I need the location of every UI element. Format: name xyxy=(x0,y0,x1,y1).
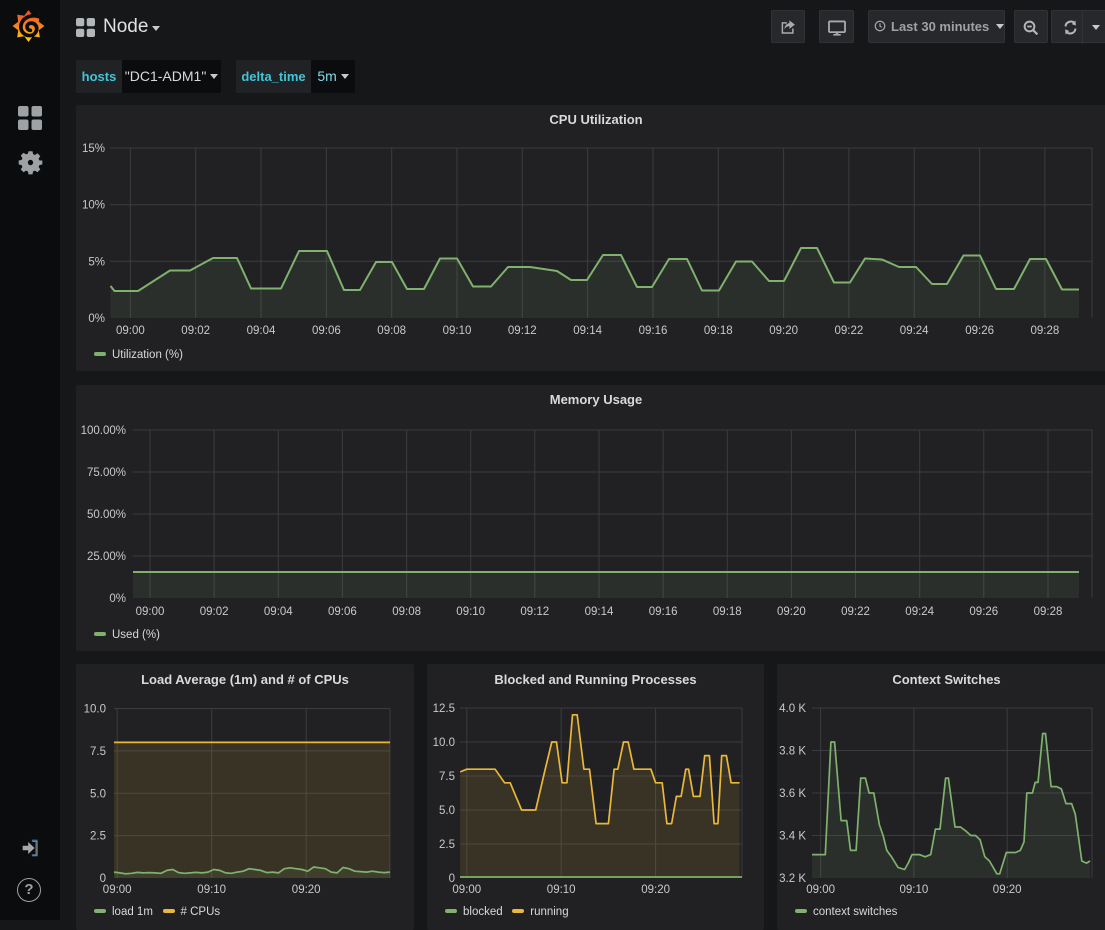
svg-text:50.00%: 50.00% xyxy=(87,509,126,521)
svg-text:5.0: 5.0 xyxy=(439,805,455,817)
svg-text:09:14: 09:14 xyxy=(573,325,602,337)
svg-text:3.6 K: 3.6 K xyxy=(779,788,806,800)
svg-text:2.5: 2.5 xyxy=(90,831,106,843)
svg-text:09:00: 09:00 xyxy=(136,606,165,618)
svg-text:09:00: 09:00 xyxy=(116,325,145,337)
svg-text:0: 0 xyxy=(449,873,455,885)
svg-text:0%: 0% xyxy=(88,313,105,325)
svg-text:10.0: 10.0 xyxy=(84,704,106,716)
svg-text:3.2 K: 3.2 K xyxy=(779,873,806,885)
svg-text:7.5: 7.5 xyxy=(439,771,455,783)
svg-text:09:18: 09:18 xyxy=(704,325,733,337)
svg-text:09:02: 09:02 xyxy=(200,606,229,618)
svg-text:09:16: 09:16 xyxy=(639,325,668,337)
svg-text:09:08: 09:08 xyxy=(377,325,406,337)
svg-text:5.0: 5.0 xyxy=(90,788,106,800)
svg-text:09:06: 09:06 xyxy=(328,606,357,618)
svg-text:09:24: 09:24 xyxy=(900,325,929,337)
svg-text:09:08: 09:08 xyxy=(392,606,421,618)
svg-text:09:10: 09:10 xyxy=(900,884,929,896)
svg-text:09:00: 09:00 xyxy=(806,884,835,896)
svg-text:25.00%: 25.00% xyxy=(87,551,126,563)
svg-text:09:14: 09:14 xyxy=(585,606,614,618)
svg-text:09:12: 09:12 xyxy=(508,325,537,337)
svg-text:09:22: 09:22 xyxy=(841,606,870,618)
svg-text:09:22: 09:22 xyxy=(835,325,864,337)
svg-text:09:28: 09:28 xyxy=(1034,606,1063,618)
svg-text:09:18: 09:18 xyxy=(713,606,742,618)
svg-text:15%: 15% xyxy=(82,143,105,155)
svg-text:5%: 5% xyxy=(88,256,105,268)
svg-text:10%: 10% xyxy=(82,200,105,212)
svg-text:3.4 K: 3.4 K xyxy=(779,831,806,843)
svg-text:12.5: 12.5 xyxy=(433,703,455,715)
svg-text:4.0 K: 4.0 K xyxy=(779,703,806,715)
svg-text:09:10: 09:10 xyxy=(197,884,226,896)
svg-text:09:02: 09:02 xyxy=(181,325,210,337)
svg-text:09:20: 09:20 xyxy=(993,884,1022,896)
svg-text:100.00%: 100.00% xyxy=(81,425,126,437)
svg-text:09:04: 09:04 xyxy=(264,606,293,618)
svg-text:09:06: 09:06 xyxy=(312,325,341,337)
svg-text:09:16: 09:16 xyxy=(649,606,678,618)
svg-text:09:20: 09:20 xyxy=(777,606,806,618)
svg-text:75.00%: 75.00% xyxy=(87,467,126,479)
svg-text:09:28: 09:28 xyxy=(1031,325,1060,337)
svg-text:3.8 K: 3.8 K xyxy=(779,746,806,758)
svg-text:09:10: 09:10 xyxy=(547,884,576,896)
svg-text:0%: 0% xyxy=(109,593,126,605)
svg-text:09:26: 09:26 xyxy=(969,606,998,618)
svg-text:09:04: 09:04 xyxy=(247,325,276,337)
svg-text:09:20: 09:20 xyxy=(641,884,670,896)
svg-text:09:24: 09:24 xyxy=(905,606,934,618)
svg-text:10.0: 10.0 xyxy=(433,737,455,749)
svg-text:7.5: 7.5 xyxy=(90,746,106,758)
svg-text:09:26: 09:26 xyxy=(965,325,994,337)
svg-text:09:00: 09:00 xyxy=(452,884,481,896)
svg-text:09:20: 09:20 xyxy=(769,325,798,337)
svg-text:09:10: 09:10 xyxy=(456,606,485,618)
svg-text:09:12: 09:12 xyxy=(520,606,549,618)
svg-text:09:20: 09:20 xyxy=(292,884,321,896)
svg-text:09:10: 09:10 xyxy=(443,325,472,337)
svg-text:2.5: 2.5 xyxy=(439,839,455,851)
svg-text:09:00: 09:00 xyxy=(103,884,132,896)
svg-text:0: 0 xyxy=(100,873,106,885)
